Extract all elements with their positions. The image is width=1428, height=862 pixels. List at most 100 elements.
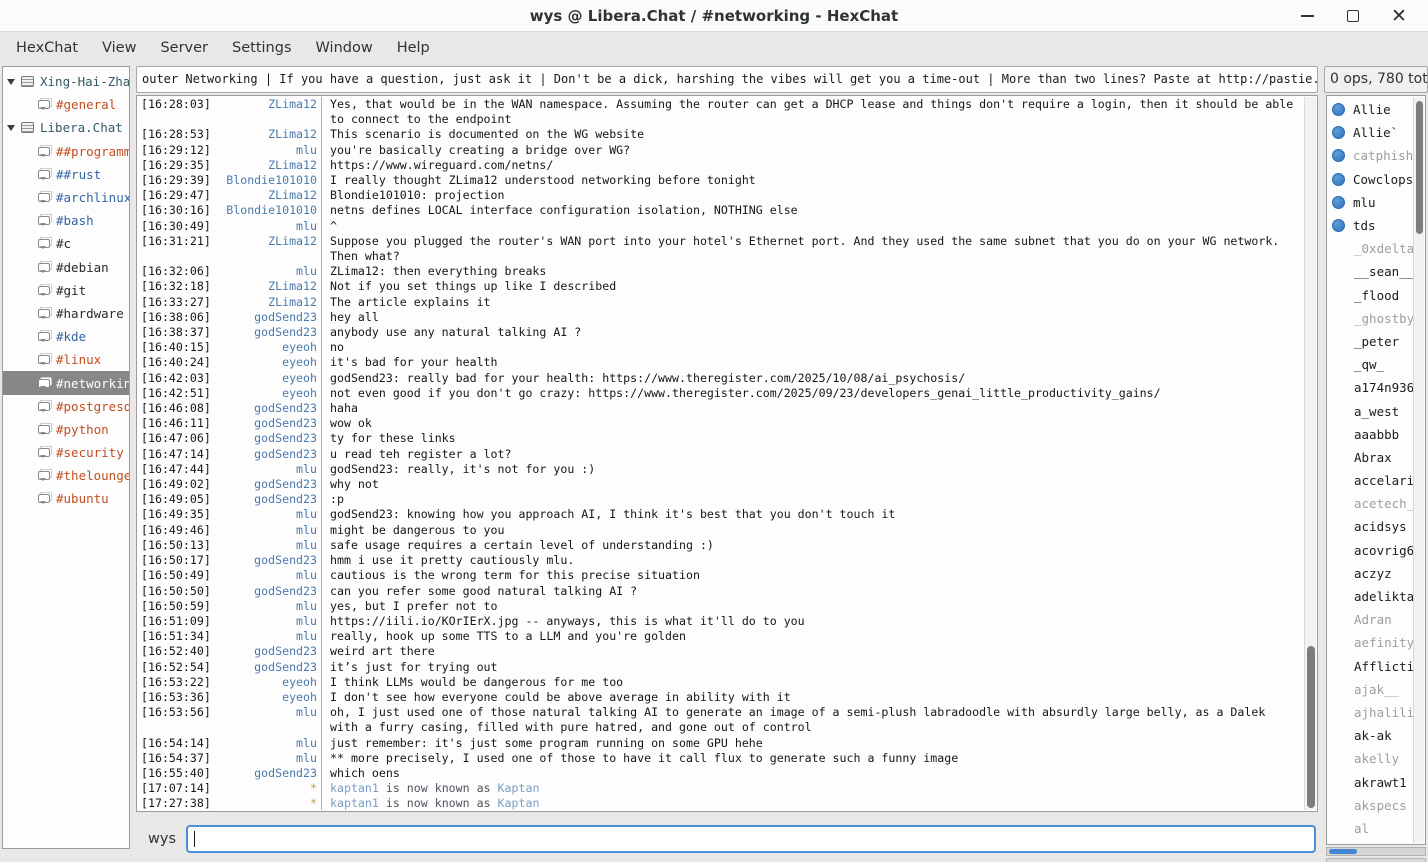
menu-hexchat[interactable]: HexChat bbox=[4, 35, 90, 61]
message-nick: mlu bbox=[217, 143, 317, 158]
channel-item-archlinux[interactable]: #archlinux bbox=[3, 186, 129, 209]
message-nick: eyeoh bbox=[217, 340, 317, 355]
user-list-item[interactable]: ajak__ bbox=[1327, 678, 1413, 701]
user-list-scrollbar[interactable] bbox=[1413, 97, 1424, 843]
channel-icon bbox=[38, 147, 50, 156]
channel-item-postgresql[interactable]: #postgresql bbox=[3, 395, 129, 418]
channel-item-kde[interactable]: #kde bbox=[3, 325, 129, 348]
channel-item-debian[interactable]: #debian bbox=[3, 256, 129, 279]
channel-item-general[interactable]: #general bbox=[3, 93, 129, 116]
message-nick: ZLima12 bbox=[217, 127, 317, 142]
chat-scrollbar[interactable] bbox=[1304, 97, 1316, 810]
user-list-item[interactable]: _0xdelta bbox=[1327, 237, 1413, 260]
channel-item-hardware[interactable]: #hardware bbox=[3, 302, 129, 325]
channel-item-linux[interactable]: #linux bbox=[3, 348, 129, 371]
user-list-item[interactable]: akelly bbox=[1327, 747, 1413, 770]
message-nick: godSend23 bbox=[217, 310, 317, 325]
user-list-hscrollbar[interactable] bbox=[1326, 847, 1426, 856]
user-list-item[interactable]: aefinity bbox=[1327, 631, 1413, 654]
chat-message: [16:51:09]mluhttps://iili.io/KOrIErX.jpg… bbox=[137, 614, 1304, 629]
user-list-item[interactable]: ak-ak bbox=[1327, 724, 1413, 747]
channel-item-git[interactable]: #git bbox=[3, 279, 129, 302]
user-list-item[interactable]: _flood bbox=[1327, 284, 1413, 307]
minimize-button[interactable] bbox=[1284, 0, 1330, 32]
user-list-item[interactable]: acetech_ bbox=[1327, 492, 1413, 515]
user-nick: accelario bbox=[1354, 473, 1413, 488]
menu-settings[interactable]: Settings bbox=[220, 35, 303, 61]
network-row[interactable]: Libera.Chat bbox=[3, 116, 129, 139]
user-list-item[interactable]: a_west bbox=[1327, 399, 1413, 422]
user-list-item[interactable]: a174n936 bbox=[1327, 376, 1413, 399]
channel-item-python[interactable]: #python bbox=[3, 418, 129, 441]
message-nick: mlu bbox=[217, 736, 317, 751]
close-button[interactable]: ✕ bbox=[1376, 0, 1422, 32]
channel-item-thelounge[interactable]: #thelounge bbox=[3, 464, 129, 487]
message-timestamp: [16:51:34] bbox=[141, 629, 211, 644]
user-list-item[interactable]: catphish bbox=[1327, 144, 1413, 167]
channel-item-programming[interactable]: ##programming bbox=[3, 140, 129, 163]
user-list-item[interactable]: accelario bbox=[1327, 469, 1413, 492]
menu-server[interactable]: Server bbox=[148, 35, 220, 61]
topic-input[interactable]: outer Networking | If you have a questio… bbox=[136, 66, 1318, 93]
network-row[interactable]: Xing-Hai-Zhan bbox=[3, 70, 129, 93]
event-plain: is now known as bbox=[379, 796, 498, 810]
user-list-item[interactable]: Abrax bbox=[1327, 446, 1413, 469]
user-list-item[interactable]: aczyz bbox=[1327, 562, 1413, 585]
chat-message: [16:42:51]eyeohnot even good if you don'… bbox=[137, 386, 1304, 401]
user-list-item[interactable]: mlu bbox=[1327, 191, 1413, 214]
user-list-item[interactable]: acidsys bbox=[1327, 515, 1413, 538]
message-text: it’s just for trying out bbox=[330, 660, 1304, 675]
message-text: it's bad for your health bbox=[330, 355, 1304, 370]
user-list-item[interactable]: __sean__ bbox=[1327, 260, 1413, 283]
user-nick: acetech_ bbox=[1354, 496, 1413, 511]
channel-item-rust[interactable]: ##rust bbox=[3, 163, 129, 186]
message-timestamp: [16:50:59] bbox=[141, 599, 211, 614]
chat-log[interactable]: [16:28:03]ZLima12Yes, that would be in t… bbox=[137, 97, 1304, 811]
user-list-scrollbar-thumb[interactable] bbox=[1416, 101, 1423, 234]
expander-icon[interactable] bbox=[7, 125, 15, 131]
user-list-item[interactable]: _ghostbyte bbox=[1327, 307, 1413, 330]
user-list-item[interactable]: aaabbb bbox=[1327, 423, 1413, 446]
message-text: godSend23: really bad for your health: h… bbox=[330, 371, 1304, 386]
user-list-item[interactable]: Adran bbox=[1327, 608, 1413, 631]
channel-item-c[interactable]: #c bbox=[3, 232, 129, 255]
message-text: just remember: it's just some program ru… bbox=[330, 736, 1304, 751]
chat-message: [16:29:47]ZLima12Blondie101010: projecti… bbox=[137, 188, 1304, 203]
channel-item-ubuntu[interactable]: #ubuntu bbox=[3, 487, 129, 510]
user-list-item[interactable]: ajhalili24 bbox=[1327, 701, 1413, 724]
channel-item-bash[interactable]: #bash bbox=[3, 209, 129, 232]
channel-item-networking[interactable]: #networking bbox=[3, 371, 129, 394]
message-input[interactable] bbox=[186, 825, 1316, 853]
channel-item-security[interactable]: #security bbox=[3, 441, 129, 464]
user-list-item[interactable]: _peter bbox=[1327, 330, 1413, 353]
user-list-item[interactable]: Allie` bbox=[1327, 121, 1413, 144]
channel-name: #ubuntu bbox=[56, 491, 109, 506]
user-list-item[interactable]: Affliction bbox=[1327, 655, 1413, 678]
chat-message: [16:53:36]eyeohI don't see how everyone … bbox=[137, 690, 1304, 705]
menu-window[interactable]: Window bbox=[304, 35, 385, 61]
menu-view[interactable]: View bbox=[90, 35, 148, 61]
user-list-item[interactable]: Cowclops` bbox=[1327, 168, 1413, 191]
message-nick: godSend23 bbox=[217, 660, 317, 675]
channel-name: #linux bbox=[56, 352, 101, 367]
chat-scrollbar-thumb[interactable] bbox=[1307, 646, 1315, 808]
user-list-item[interactable]: akrawt1 bbox=[1327, 770, 1413, 793]
menu-help[interactable]: Help bbox=[385, 35, 442, 61]
user-list-item[interactable]: tds bbox=[1327, 214, 1413, 237]
expander-icon[interactable] bbox=[7, 79, 15, 85]
chat-message: [16:32:06]mluZLima12: then everything br… bbox=[137, 264, 1304, 279]
chat-message: [16:40:15]eyeohno bbox=[137, 340, 1304, 355]
message-timestamp: [16:30:16] bbox=[141, 203, 211, 218]
maximize-button[interactable] bbox=[1330, 0, 1376, 32]
message-timestamp: [17:27:38] bbox=[141, 796, 211, 811]
channel-name: #thelounge bbox=[56, 468, 129, 483]
user-list-hscrollbar-thumb[interactable] bbox=[1329, 849, 1357, 854]
user-list-item[interactable]: al bbox=[1327, 817, 1413, 840]
user-list-item[interactable]: _qw_ bbox=[1327, 353, 1413, 376]
message-text: safe usage requires a certain level of u… bbox=[330, 538, 1304, 553]
user-list-item[interactable]: adeliktas bbox=[1327, 585, 1413, 608]
user-list-item[interactable]: akspecs bbox=[1327, 794, 1413, 817]
user-list-item[interactable]: Allie bbox=[1327, 98, 1413, 121]
message-nick: eyeoh bbox=[217, 371, 317, 386]
user-list-item[interactable]: acovrig60 bbox=[1327, 539, 1413, 562]
